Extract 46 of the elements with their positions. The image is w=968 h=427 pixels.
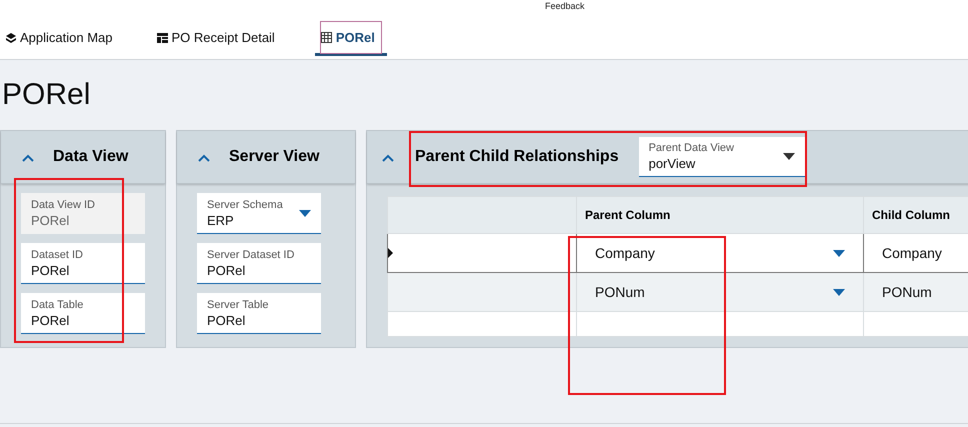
input-field[interactable]: Data Table PORel [21,293,145,334]
collapse-icon[interactable] [197,152,211,162]
dropdown-caret-icon [833,288,845,296]
dropdown-caret-icon [299,210,311,216]
layout-icon [156,32,168,42]
field-label: Parent Data View [648,142,734,154]
field-value: PORel [31,312,70,328]
feedback-link[interactable]: Feedback [545,1,585,11]
panel-title: Data View [53,148,128,166]
field-value: PORel [207,262,246,278]
input-field[interactable]: Server Table PORel [197,293,321,334]
tab[interactable]: PORel [314,22,387,56]
field-value: PORel [31,262,70,278]
table-icon [320,32,332,43]
field-value: porView [648,156,696,171]
grid-row[interactable]: PONum PONum [388,272,968,312]
field-label: Data View ID [31,198,95,210]
tab[interactable]: PO Receipt Detail [150,22,281,56]
table-cell: PONum [595,284,645,300]
table-cell: Company [595,245,655,261]
tab[interactable]: Application Map [0,22,118,56]
layers-icon [6,32,16,42]
column-header: Parent Column [576,196,864,234]
panel-title: Server View [229,148,320,166]
dropdown-field[interactable]: Server Schema ERP [197,193,321,234]
field-value: PORel [207,312,246,328]
field-label: Dataset ID [31,248,83,260]
field-value: PORel [31,212,70,228]
field-label: Server Table [207,298,269,310]
input-field[interactable]: Dataset ID PORel [21,243,145,284]
column-header: Child Column [864,196,968,234]
collapse-icon[interactable] [21,152,35,162]
field-label: Server Dataset ID [207,248,294,260]
dropdown-caret-icon [833,250,845,256]
input-field[interactable]: Server Dataset ID PORel [197,243,321,284]
field-value: ERP [207,212,235,228]
field-label: Data Table [31,298,84,310]
row-marker-icon [388,248,393,258]
collapse-icon[interactable] [381,152,395,162]
page-title: PORel [1,77,92,112]
panel-title: Parent Child Relationships [415,148,619,166]
field-label: Server Schema [207,198,283,210]
dropdown-field[interactable]: Parent Data View porView [638,137,805,177]
table-cell: Company [882,245,942,261]
dropdown-caret-icon [782,153,795,160]
table-cell: PONum [882,284,932,300]
